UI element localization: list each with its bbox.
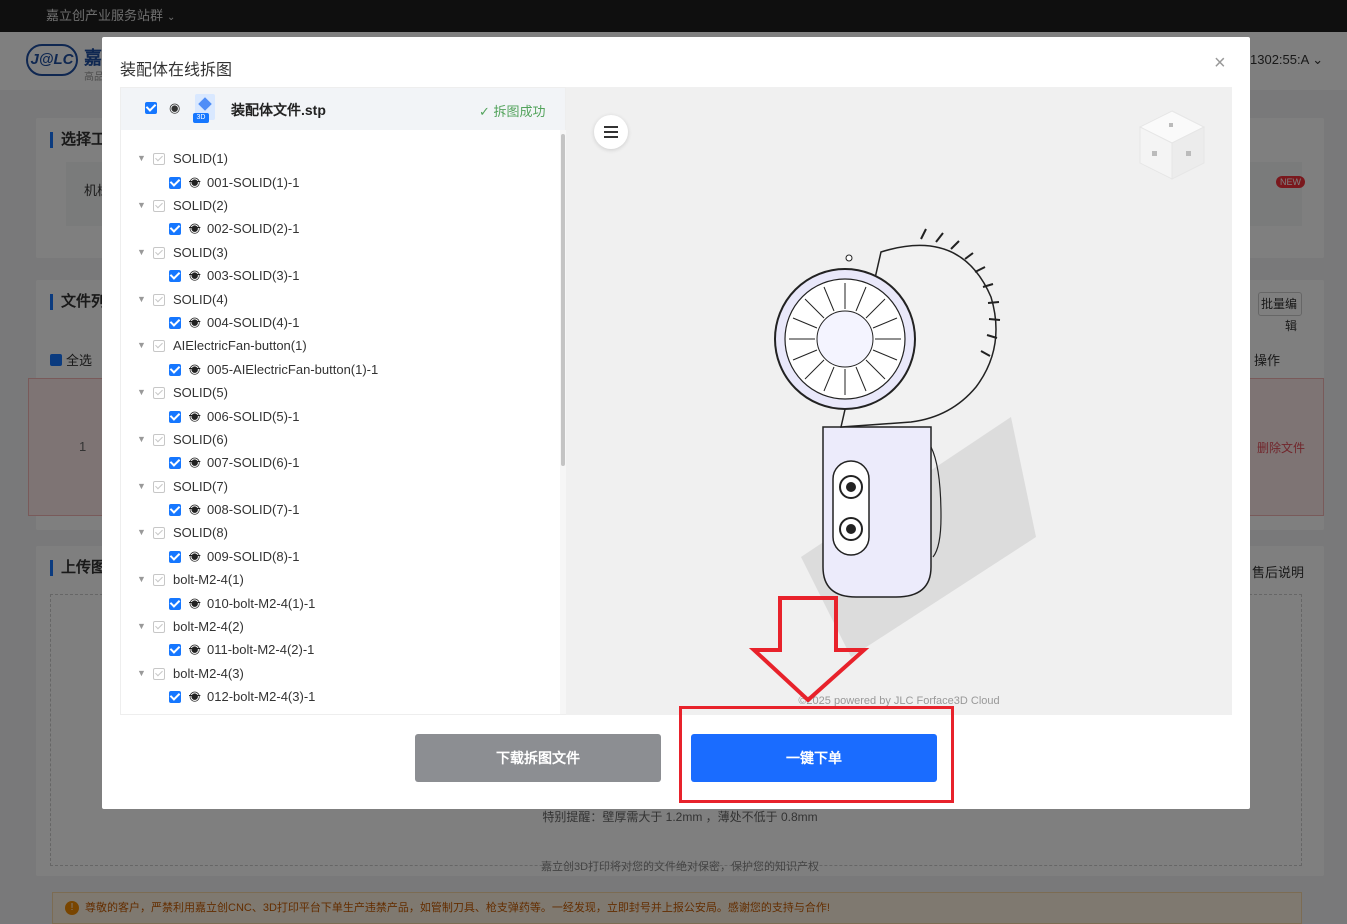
leaf-label: 006-SOLID(5)-1 [207, 409, 300, 424]
caret-down-icon[interactable]: ▼ [137, 621, 146, 631]
node-label: AIElectricFan-button(1) [173, 338, 307, 353]
caret-down-icon[interactable]: ▼ [137, 527, 146, 537]
leaf-checkbox[interactable] [169, 691, 181, 703]
leaf-checkbox[interactable] [169, 411, 181, 423]
caret-down-icon[interactable]: ▼ [137, 294, 146, 304]
node-label: SOLID(8) [173, 525, 228, 540]
modal-title: 装配体在线拆图 [120, 62, 233, 79]
node-label: SOLID(7) [173, 479, 228, 494]
node-checkbox[interactable] [153, 294, 165, 306]
caret-down-icon[interactable]: ▼ [137, 200, 146, 210]
node-checkbox[interactable] [153, 481, 165, 493]
3d-viewer[interactable]: ©2025 powered by JLC Forface3D Cloud [566, 87, 1232, 715]
node-label: SOLID(5) [173, 385, 228, 400]
leaf-checkbox[interactable] [169, 364, 181, 376]
eye-icon[interactable]: ◉ [169, 100, 180, 116]
caret-down-icon[interactable]: ▼ [137, 668, 146, 678]
leaf-label: 004-SOLID(4)-1 [207, 315, 300, 330]
eye-off-icon[interactable]: ◉ [189, 267, 200, 283]
fan-model [774, 228, 1036, 657]
eye-off-icon[interactable]: ◉ [189, 174, 200, 190]
leaf-checkbox[interactable] [169, 270, 181, 282]
node-label: SOLID(4) [173, 292, 228, 307]
eye-off-icon[interactable]: ◉ [189, 501, 200, 517]
node-label: bolt-M2-4(3) [173, 666, 244, 681]
leaf-label: 009-SOLID(8)-1 [207, 549, 300, 564]
leaf-checkbox[interactable] [169, 598, 181, 610]
eye-off-icon[interactable]: ◉ [189, 641, 200, 657]
eye-off-icon[interactable]: ◉ [189, 548, 200, 564]
leaf-checkbox[interactable] [169, 457, 181, 469]
leaf-checkbox[interactable] [169, 177, 181, 189]
file-badge: 3D [193, 113, 209, 123]
node-label: bolt-M2-4(1) [173, 572, 244, 587]
assembly-split-modal: 装配体在线拆图 × ◉ 3D 装配体文件.stp ✓ 拆图成功 ▼ SOLID(1… [102, 37, 1250, 809]
eye-off-icon[interactable]: ◉ [189, 688, 200, 704]
node-label: SOLID(1) [173, 151, 228, 166]
list-icon[interactable] [594, 115, 628, 149]
leaf-label: 011-bolt-M2-4(2)-1 [207, 642, 315, 657]
eye-off-icon[interactable]: ◉ [189, 408, 200, 424]
leaf-label: 007-SOLID(6)-1 [207, 455, 300, 470]
caret-down-icon[interactable]: ▼ [137, 387, 146, 397]
caret-down-icon[interactable]: ▼ [137, 247, 146, 257]
leaf-label: 003-SOLID(3)-1 [207, 268, 300, 283]
node-checkbox[interactable] [153, 527, 165, 539]
caret-down-icon[interactable]: ▼ [137, 153, 146, 163]
node-label: SOLID(2) [173, 198, 228, 213]
caret-down-icon[interactable]: ▼ [137, 340, 146, 350]
file-checkbox[interactable] [145, 102, 157, 114]
leaf-checkbox[interactable] [169, 551, 181, 563]
node-checkbox[interactable] [153, 574, 165, 586]
eye-off-icon[interactable]: ◉ [189, 595, 200, 611]
node-checkbox[interactable] [153, 200, 165, 212]
node-label: SOLID(3) [173, 245, 228, 260]
node-checkbox[interactable] [153, 668, 165, 680]
caret-down-icon[interactable]: ▼ [137, 481, 146, 491]
annotation-arrow-icon [748, 596, 870, 702]
node-checkbox[interactable] [153, 247, 165, 259]
node-label: bolt-M2-4(2) [173, 619, 244, 634]
leaf-checkbox[interactable] [169, 317, 181, 329]
caret-down-icon[interactable]: ▼ [137, 434, 146, 444]
assembly-file-name: 装配体文件.stp [231, 102, 326, 118]
node-checkbox[interactable] [153, 434, 165, 446]
leaf-label: 012-bolt-M2-4(3)-1 [207, 689, 316, 704]
tree-body[interactable]: ▼ SOLID(1) ◉ 001-SOLID(1)-1 ▼ SOLID(2) ◉ 002… [121, 130, 565, 714]
leaf-label: 008-SOLID(7)-1 [207, 502, 300, 517]
3d-file-icon: 3D [191, 94, 217, 124]
leaf-label: 010-bolt-M2-4(1)-1 [207, 596, 316, 611]
eye-off-icon[interactable]: ◉ [189, 361, 200, 377]
caret-down-icon[interactable]: ▼ [137, 574, 146, 584]
leaf-label: 002-SOLID(2)-1 [207, 221, 300, 236]
eye-off-icon[interactable]: ◉ [189, 454, 200, 470]
node-checkbox[interactable] [153, 340, 165, 352]
leaf-label: 005-AIElectricFan-button(1)-1 [207, 362, 379, 377]
eye-off-icon[interactable]: ◉ [189, 220, 200, 236]
node-label: SOLID(6) [173, 432, 228, 447]
annotation-highlight-box [679, 706, 954, 803]
eye-off-icon[interactable]: ◉ [189, 314, 200, 330]
node-checkbox[interactable] [153, 153, 165, 165]
leaf-checkbox[interactable] [169, 223, 181, 235]
tree-header: ◉ 3D 装配体文件.stp ✓ 拆图成功 [121, 88, 565, 130]
leaf-checkbox[interactable] [169, 504, 181, 516]
view-cube-icon[interactable] [1136, 107, 1208, 183]
node-checkbox[interactable] [153, 621, 165, 633]
split-status: ✓ 拆图成功 [479, 104, 546, 119]
download-split-files-button[interactable]: 下载拆图文件 [415, 734, 661, 782]
leaf-label: 001-SOLID(1)-1 [207, 175, 300, 190]
part-tree-panel: ◉ 3D 装配体文件.stp ✓ 拆图成功 ▼ SOLID(1) ◉ 001-SOL… [120, 87, 566, 715]
node-checkbox[interactable] [153, 387, 165, 399]
scrollbar-thumb[interactable] [561, 134, 565, 466]
close-icon[interactable]: × [1214, 53, 1226, 73]
leaf-checkbox[interactable] [169, 644, 181, 656]
